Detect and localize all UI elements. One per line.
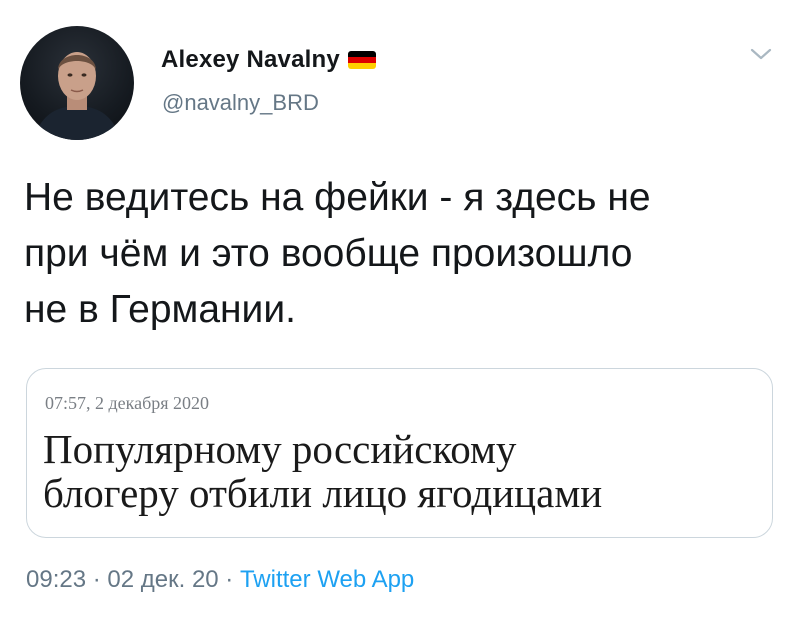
quote-headline: Популярному российскому блогеру отбили л…	[43, 427, 763, 515]
tweet-text: Не ведитесь на фейки - я здесь не при чё…	[24, 170, 764, 338]
tweet-text-line: не в Германии.	[24, 288, 296, 331]
tweet-date[interactable]: 02 дек. 20	[107, 566, 218, 593]
quote-headline-line: Популярному российскому	[43, 426, 517, 472]
meta-separator: ·	[86, 566, 108, 593]
tweet-source-link[interactable]: Twitter Web App	[240, 566, 414, 593]
tweet-text-line: Не ведитесь на фейки - я здесь не	[24, 176, 651, 219]
quote-date: 07:57, 2 декабря 2020	[45, 393, 210, 413]
author-row: Alexey Navalny	[161, 42, 376, 78]
tweet-meta: 09:23 · 02 дек. 20 · Twitter Web App	[26, 566, 414, 594]
tweet-time[interactable]: 09:23	[26, 566, 86, 593]
user-handle[interactable]: @navalny_BRD	[162, 90, 319, 116]
meta-separator: ·	[218, 566, 240, 593]
flag-stripe-gold	[347, 63, 376, 69]
quoted-image-card[interactable]: 07:57, 2 декабря 2020 Популярному россий…	[26, 368, 773, 538]
tweet: Alexey Navalny @navalny_BRD Не ведитесь …	[0, 0, 800, 623]
avatar[interactable]	[20, 26, 134, 140]
germany-flag-icon	[347, 51, 376, 69]
avatar-photo-icon	[34, 52, 120, 140]
quote-headline-line: блогеру отбили лицо ягодицами	[43, 470, 603, 516]
tweet-text-line: при чём и это вообще произошло	[24, 232, 633, 275]
display-name[interactable]: Alexey Navalny	[161, 46, 340, 74]
chevron-down-icon[interactable]	[748, 44, 774, 64]
